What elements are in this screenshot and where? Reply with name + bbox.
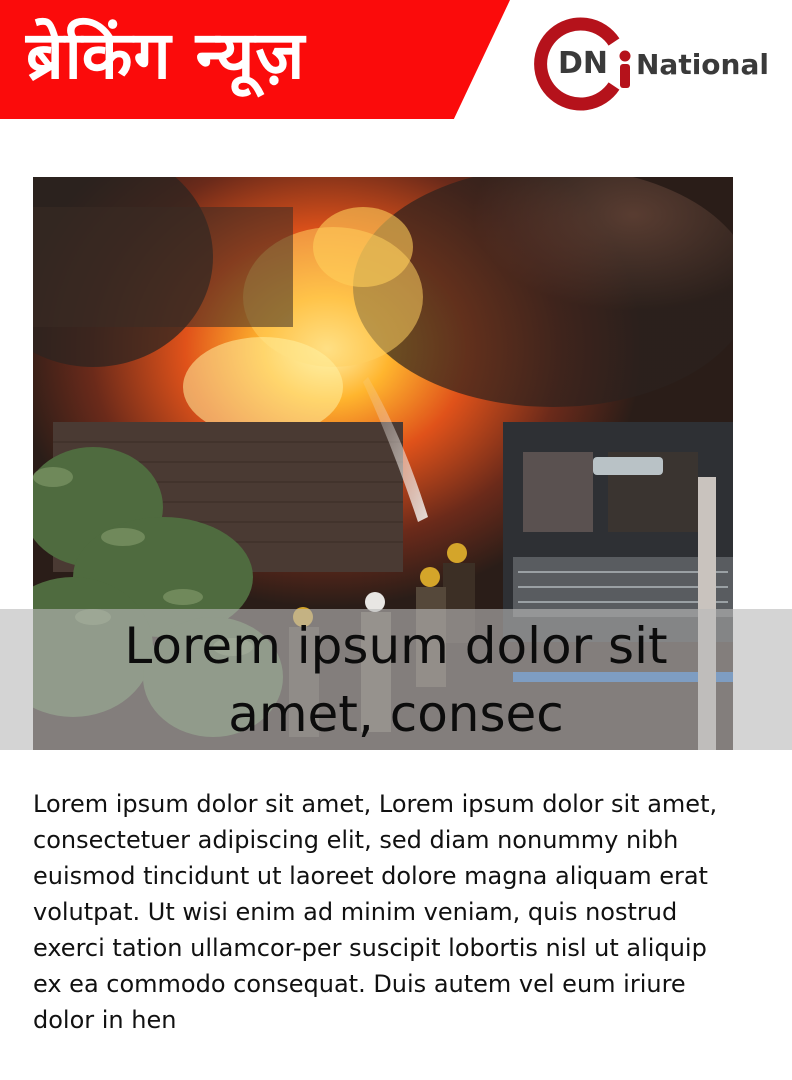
dn-national-logo: DN National [532, 14, 782, 114]
article-body: Lorem ipsum dolor sit amet, Lorem ipsum … [33, 790, 718, 1034]
logo-i-icon [619, 50, 631, 88]
banner-title: ब्रेकिंग न्यूज़ [26, 17, 306, 94]
logo-letters: DN [558, 46, 609, 81]
logo-name: National [636, 48, 769, 81]
headline: Lorem ipsum dolor sit amet, consec [124, 617, 668, 743]
